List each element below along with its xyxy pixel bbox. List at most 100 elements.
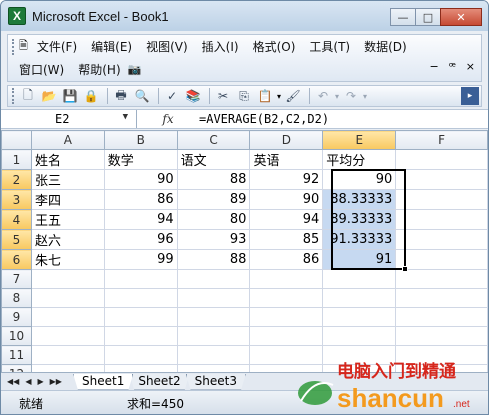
assistant-icon[interactable]: 📷	[128, 63, 142, 76]
column-header-e[interactable]: E	[322, 130, 397, 150]
paste-dropdown-icon[interactable]: ▾	[277, 92, 281, 101]
column-header-c[interactable]: C	[176, 130, 251, 150]
cell-d1[interactable]: 英语	[249, 149, 324, 170]
cell-d11[interactable]	[249, 345, 324, 365]
doc-minimize-button[interactable]: −	[429, 60, 438, 73]
cell-c5[interactable]: 93	[176, 229, 251, 250]
cell-c9[interactable]	[176, 307, 251, 327]
cell-c10[interactable]	[176, 326, 251, 346]
new-icon[interactable]: 🗋	[19, 88, 37, 104]
menu-help[interactable]: 帮助(H)	[71, 59, 127, 80]
cell-f10[interactable]	[395, 326, 488, 346]
copy-icon[interactable]: ⎘	[235, 88, 253, 104]
minimize-button[interactable]: —	[390, 8, 416, 26]
cut-icon[interactable]: ✂	[214, 88, 232, 104]
cell-c3[interactable]: 89	[176, 189, 251, 210]
cell-a8[interactable]	[30, 288, 105, 308]
menu-format[interactable]: 格式(O)	[246, 36, 303, 57]
cell-a3[interactable]: 李四	[30, 189, 105, 210]
cell-e5[interactable]: 91.33333	[322, 229, 397, 250]
tab-sheet1[interactable]: Sheet1	[73, 373, 134, 390]
excel-app-icon[interactable]: X	[8, 7, 26, 25]
column-header-d[interactable]: D	[249, 130, 324, 150]
research-icon[interactable]: 📚	[184, 88, 202, 104]
cell-f5[interactable]	[395, 229, 488, 250]
cell-a10[interactable]	[30, 326, 105, 346]
cell-e10[interactable]	[322, 326, 397, 346]
cell-e11[interactable]	[322, 345, 397, 365]
cell-c8[interactable]	[176, 288, 251, 308]
column-header-b[interactable]: B	[103, 130, 178, 150]
row-header-11[interactable]: 11	[1, 345, 32, 365]
cell-c7[interactable]	[176, 269, 251, 289]
cell-e3[interactable]: 88.33333	[322, 189, 397, 210]
undo-icon[interactable]: ↶	[314, 88, 332, 104]
cell-f7[interactable]	[395, 269, 488, 289]
cell-b2[interactable]: 90	[103, 169, 178, 190]
row-header-3[interactable]: 3	[1, 189, 32, 210]
permission-icon[interactable]: 🔒	[82, 88, 100, 104]
prev-sheet-icon[interactable]: ◀	[25, 377, 31, 386]
cell-d5[interactable]: 85	[249, 229, 324, 250]
cell-b10[interactable]	[103, 326, 178, 346]
cell-e7[interactable]	[322, 269, 397, 289]
cell-f1[interactable]	[395, 149, 488, 170]
cell-c11[interactable]	[176, 345, 251, 365]
chevron-down-icon[interactable]: ▼	[123, 112, 128, 122]
redo-icon[interactable]: ↷	[342, 88, 360, 104]
print-preview-icon[interactable]: 🔍	[133, 88, 151, 104]
last-sheet-icon[interactable]: ▶▶	[50, 377, 62, 386]
doc-close-button[interactable]: ×	[466, 60, 475, 73]
name-box[interactable]: E2 ▼	[1, 110, 137, 128]
toolbar-grip-handle[interactable]	[12, 88, 15, 104]
cell-d6[interactable]: 86	[249, 249, 324, 270]
cell-b3[interactable]: 86	[103, 189, 178, 210]
cell-f6[interactable]	[395, 249, 488, 270]
cell-b6[interactable]: 99	[103, 249, 178, 270]
row-header-5[interactable]: 5	[1, 229, 32, 250]
cell-d8[interactable]	[249, 288, 324, 308]
doc-restore-button[interactable]: ꟹ	[449, 60, 456, 73]
tab-sheet2[interactable]: Sheet2	[129, 373, 190, 390]
column-header-f[interactable]: F	[395, 130, 488, 150]
insert-function-icon[interactable]: fx	[137, 112, 199, 126]
menu-insert[interactable]: 插入(I)	[195, 36, 246, 57]
cell-c2[interactable]: 88	[176, 169, 251, 190]
fill-handle[interactable]	[402, 266, 408, 272]
doc-menu-icon[interactable]: 🗎	[19, 37, 28, 56]
cell-a4[interactable]: 王五	[30, 209, 105, 230]
menu-data[interactable]: 数据(D)	[357, 36, 414, 57]
cell-f3[interactable]	[395, 189, 488, 210]
cell-f11[interactable]	[395, 345, 488, 365]
cell-d9[interactable]	[249, 307, 324, 327]
cell-a11[interactable]	[30, 345, 105, 365]
cell-e4[interactable]: 89.33333	[322, 209, 397, 230]
redo-dropdown-icon[interactable]: ▾	[363, 92, 367, 101]
cell-c6[interactable]: 88	[176, 249, 251, 270]
cell-c1[interactable]: 语文	[176, 149, 251, 170]
cell-f2[interactable]	[395, 169, 488, 190]
restore-button[interactable]: □	[415, 8, 441, 26]
cell-a7[interactable]	[30, 269, 105, 289]
cell-d3[interactable]: 90	[249, 189, 324, 210]
row-header-8[interactable]: 8	[1, 288, 32, 308]
cell-c4[interactable]: 80	[176, 209, 251, 230]
cell-a2[interactable]: 张三	[30, 169, 105, 190]
row-header-2[interactable]: 2	[1, 169, 32, 190]
format-painter-icon[interactable]: 🖌	[284, 88, 302, 104]
cell-d10[interactable]	[249, 326, 324, 346]
save-icon[interactable]: 💾	[61, 88, 79, 104]
cell-e2[interactable]: 90	[322, 169, 397, 190]
print-icon[interactable]: 🖶	[112, 88, 130, 104]
cell-d7[interactable]	[249, 269, 324, 289]
cell-d4[interactable]: 94	[249, 209, 324, 230]
cell-e9[interactable]	[322, 307, 397, 327]
cell-b4[interactable]: 94	[103, 209, 178, 230]
toolbar-options-icon[interactable]: ▸	[461, 87, 479, 105]
menu-edit[interactable]: 编辑(E)	[84, 36, 139, 57]
select-all-corner[interactable]	[1, 130, 32, 150]
formula-input[interactable]: =AVERAGE(B2,C2,D2)	[199, 112, 329, 126]
cell-b9[interactable]	[103, 307, 178, 327]
paste-icon[interactable]: 📋	[256, 88, 274, 104]
cell-a9[interactable]	[30, 307, 105, 327]
